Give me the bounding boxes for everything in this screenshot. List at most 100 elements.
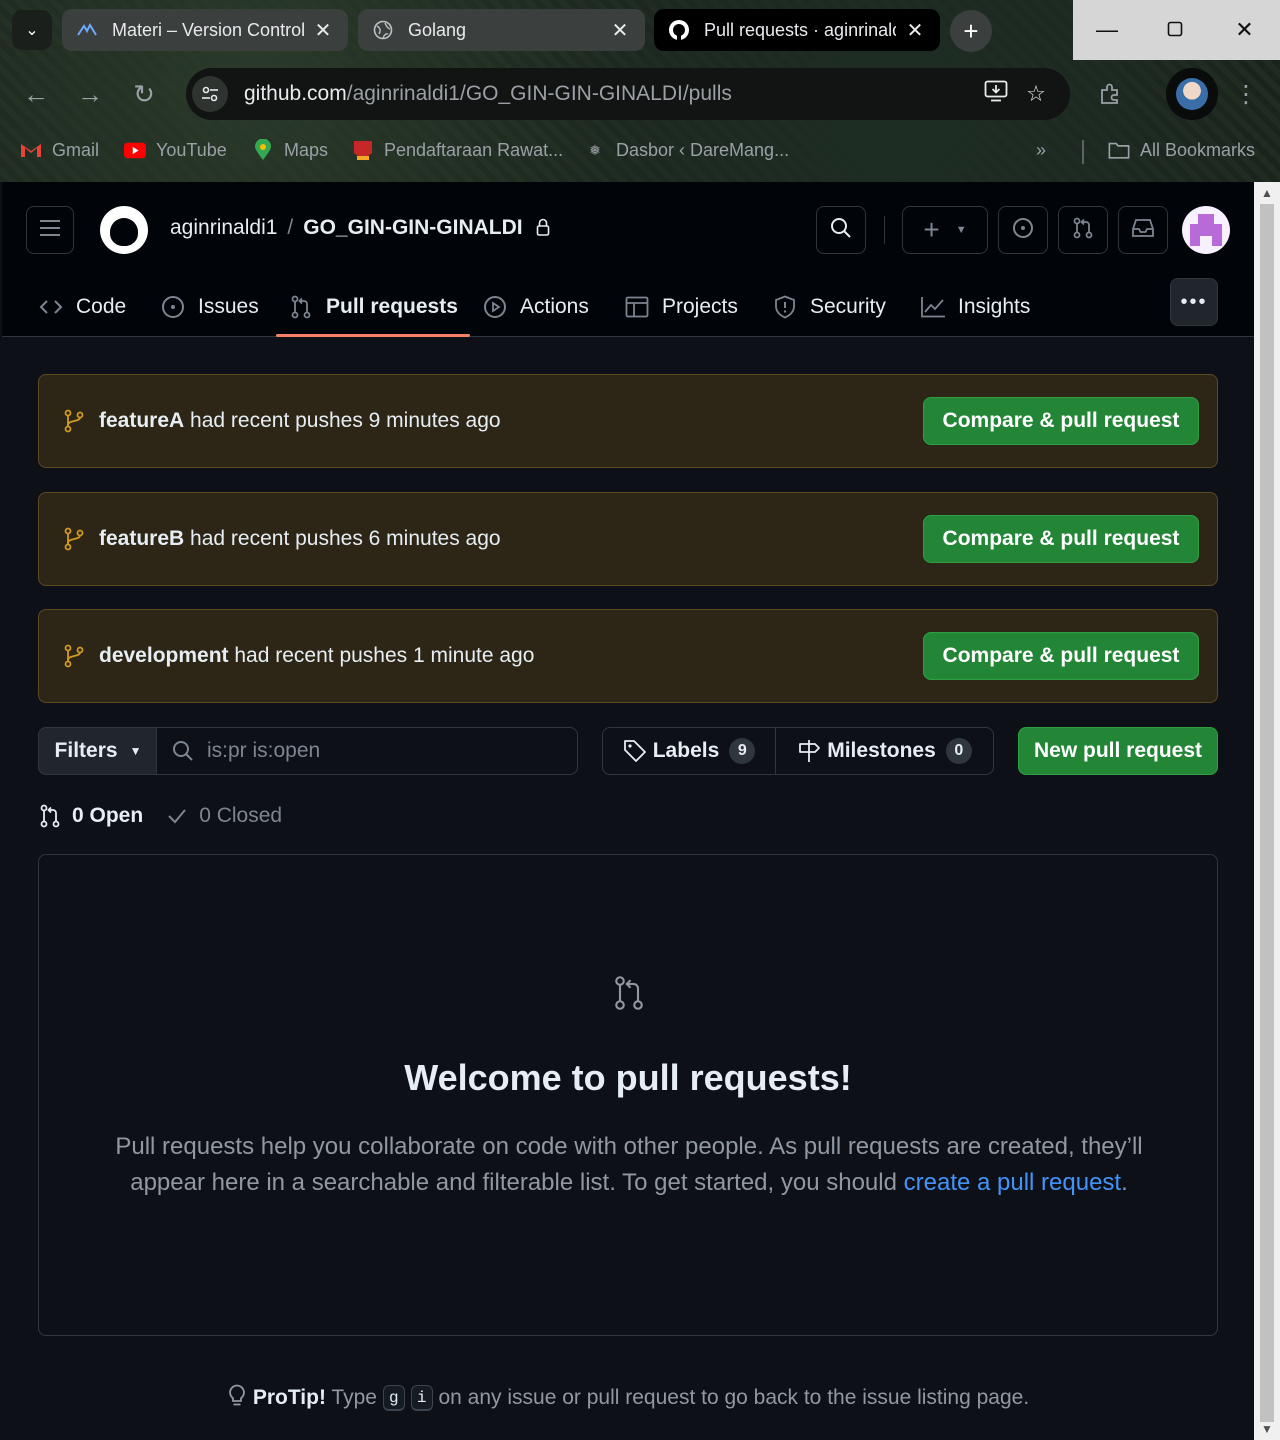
- back-button[interactable]: ←: [16, 74, 56, 114]
- profile-button[interactable]: [1166, 68, 1218, 120]
- plus-icon: +: [923, 214, 940, 245]
- close-icon[interactable]: ✕: [904, 18, 926, 43]
- compare-pull-request-button[interactable]: Compare & pull request: [923, 515, 1199, 563]
- tab-issues[interactable]: Issues: [160, 278, 259, 336]
- browser-tab-materi[interactable]: Materi – Version Control ✕: [62, 9, 348, 51]
- branch-name[interactable]: featureA: [99, 409, 184, 432]
- browser-toolbar: ← → ↻ github.com/aginrinaldi1/GO_GIN-GIN…: [0, 60, 1280, 128]
- open-filter[interactable]: 0 Open: [38, 804, 143, 828]
- close-icon[interactable]: ✕: [312, 18, 334, 43]
- new-pull-request-button[interactable]: New pull request: [1018, 727, 1218, 775]
- address-bar[interactable]: github.com/aginrinaldi1/GO_GIN-GIN-GINAL…: [186, 68, 1070, 120]
- maps-pin-icon: [252, 139, 274, 161]
- recent-push-banner: development had recent pushes 1 minute a…: [38, 609, 1218, 703]
- breadcrumb-separator: /: [287, 216, 294, 239]
- install-app-icon[interactable]: [976, 80, 1016, 108]
- owner-link[interactable]: aginrinaldi1: [170, 216, 277, 239]
- tab-pull-requests[interactable]: Pull requests: [276, 278, 470, 337]
- more-vertical-icon[interactable]: ⋮: [1232, 76, 1260, 112]
- blankslate: Welcome to pull requests! Pull requests …: [38, 854, 1218, 1336]
- maximize-button[interactable]: [1141, 0, 1209, 60]
- bookmark-label: Gmail: [52, 139, 100, 160]
- push-time: had recent pushes 6 minutes ago: [184, 527, 501, 550]
- github-logo-icon[interactable]: [100, 206, 148, 254]
- close-window-button[interactable]: ✕: [1209, 0, 1280, 60]
- git-pull-request-icon: [288, 294, 314, 320]
- arrow-left-icon: ←: [23, 78, 49, 109]
- closed-filter[interactable]: 0 Closed: [165, 804, 282, 828]
- arrow-right-icon: →: [77, 78, 103, 109]
- user-avatar[interactable]: [1182, 206, 1230, 254]
- more-bookmarks-icon[interactable]: »: [1036, 140, 1046, 161]
- bookmark-maps[interactable]: Maps: [252, 136, 328, 164]
- recent-push-banner: featureA had recent pushes 9 minutes ago…: [38, 374, 1218, 468]
- github-page: aginrinaldi1 / GO_GIN-GIN-GINALDI + ▼ Code…: [2, 182, 1254, 1440]
- compare-pull-request-button[interactable]: Compare & pull request: [923, 397, 1199, 445]
- repo-link[interactable]: GO_GIN-GIN-GINALDI: [303, 216, 522, 239]
- create-pull-request-link[interactable]: create a pull request: [904, 1169, 1121, 1196]
- search-input[interactable]: [207, 739, 567, 763]
- issues-button[interactable]: [998, 206, 1048, 254]
- profile-avatar: [1176, 78, 1208, 110]
- shield-icon: [772, 294, 798, 320]
- graph-icon: [920, 294, 946, 320]
- minimize-button[interactable]: —: [1073, 0, 1141, 60]
- browser-tab-golang[interactable]: Golang ✕: [358, 9, 645, 51]
- url-host: github.com: [244, 82, 347, 105]
- forward-button[interactable]: →: [70, 74, 110, 114]
- milestones-button[interactable]: Milestones 0: [775, 727, 994, 775]
- git-branch-icon: [63, 527, 87, 551]
- git-branch-icon: [63, 409, 87, 433]
- pull-requests-button[interactable]: [1058, 206, 1108, 254]
- bookmark-label: All Bookmarks: [1140, 139, 1256, 160]
- globe-icon: [372, 19, 394, 41]
- bookmark-youtube[interactable]: YouTube: [124, 136, 227, 164]
- compare-pull-request-button[interactable]: Compare & pull request: [923, 632, 1199, 680]
- branch-name[interactable]: featureB: [99, 527, 184, 550]
- filters-bar: Filters ▼ Labels 9 Milestones 0 New pull…: [38, 727, 1218, 775]
- labels-label: Labels: [652, 739, 720, 762]
- search-pull-requests[interactable]: [156, 727, 578, 775]
- extensions-icon[interactable]: [1092, 76, 1128, 112]
- inbox-button[interactable]: [1118, 206, 1168, 254]
- play-icon: [482, 294, 508, 320]
- labels-button[interactable]: Labels 9: [602, 727, 776, 775]
- scroll-down-icon[interactable]: ▼: [1254, 1422, 1280, 1436]
- tab-security[interactable]: Security: [772, 278, 886, 336]
- branch-name[interactable]: development: [99, 644, 229, 667]
- browser-tab-pull-requests[interactable]: Pull requests · aginrinaldi1 ✕: [654, 9, 940, 51]
- tab-projects[interactable]: Projects: [624, 278, 738, 336]
- protip-text: on any issue or pull request to go back …: [432, 1386, 1030, 1409]
- bookmark-dasbor[interactable]: ❅ Dasbor ‹ DareMang...: [584, 136, 789, 164]
- bookmark-gmail[interactable]: Gmail: [20, 136, 99, 164]
- github-header: aginrinaldi1 / GO_GIN-GIN-GINALDI + ▼ Code…: [2, 182, 1254, 337]
- star-icon[interactable]: ☆: [1016, 81, 1056, 107]
- search-button[interactable]: [816, 206, 866, 254]
- wordpress-gear-icon: ❅: [589, 141, 601, 158]
- triangle-down-icon: ▼: [955, 224, 967, 236]
- tab-actions[interactable]: Actions: [482, 278, 589, 336]
- page-scrollbar[interactable]: ▲ ▼: [1254, 182, 1280, 1440]
- reload-button[interactable]: ↻: [124, 74, 164, 114]
- site-info-icon[interactable]: [192, 76, 228, 112]
- menu-button[interactable]: [26, 206, 74, 254]
- filters-dropdown[interactable]: Filters ▼: [38, 727, 158, 775]
- scroll-up-icon[interactable]: ▲: [1254, 186, 1280, 200]
- chevron-down-icon: ⌄: [25, 22, 39, 39]
- new-tab-button[interactable]: +: [950, 10, 992, 52]
- hamburger-icon: [39, 219, 61, 242]
- tab-code[interactable]: Code: [38, 278, 126, 336]
- code-icon: [38, 294, 64, 320]
- url-text[interactable]: github.com/aginrinaldi1/GO_GIN-GIN-GINAL…: [244, 82, 976, 106]
- create-new-button[interactable]: + ▼: [902, 206, 988, 254]
- search-icon: [830, 217, 852, 244]
- scrollbar-thumb[interactable]: [1260, 204, 1274, 1422]
- blankslate-title: Welcome to pull requests!: [404, 1057, 852, 1098]
- all-bookmarks-button[interactable]: All Bookmarks: [1108, 136, 1255, 164]
- more-tabs-button[interactable]: •••: [1170, 278, 1218, 326]
- tab-insights[interactable]: Insights: [920, 278, 1030, 336]
- tab-search-button[interactable]: ⌄: [12, 10, 52, 50]
- bookmark-label: YouTube: [156, 139, 227, 160]
- bookmark-pendaftaraan[interactable]: Pendaftaraan Rawat...: [352, 136, 563, 164]
- close-icon[interactable]: ✕: [609, 18, 631, 43]
